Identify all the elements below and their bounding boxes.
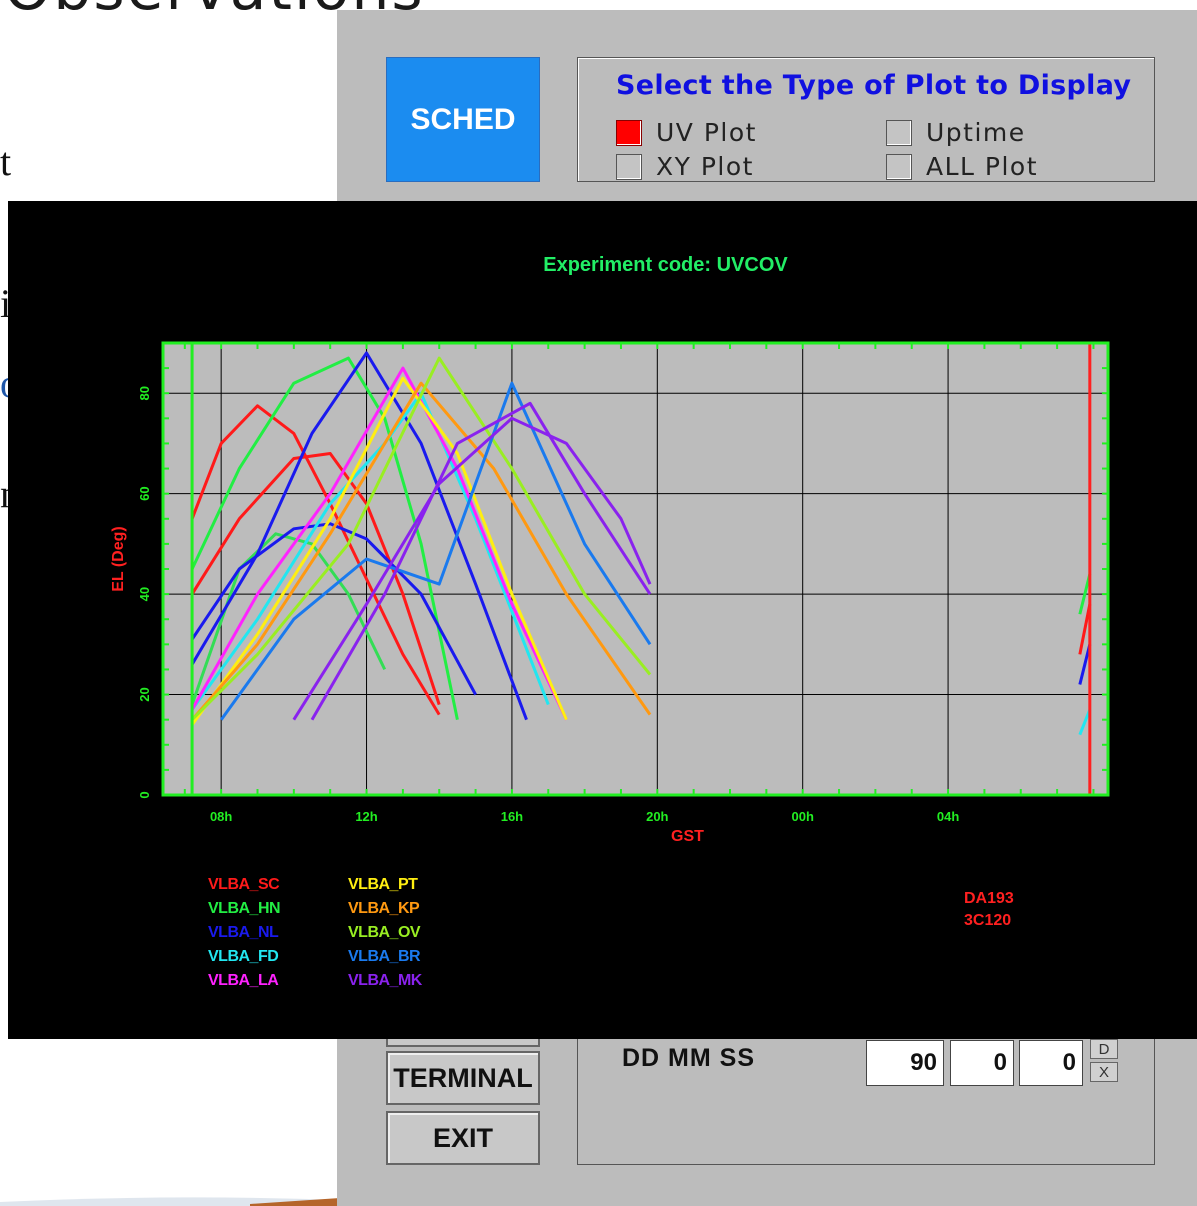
legend-entry: VLBA_NL [208,924,279,941]
option-uptime[interactable]: Uptime [886,118,1026,147]
legend-entry: VLBA_LA [208,972,279,989]
uv-plot-checkbox[interactable] [616,119,642,146]
y-tick-label: 80 [137,386,152,400]
x-tick-label: 16h [501,809,523,824]
increment-button[interactable]: D [1090,1039,1118,1059]
decrement-button[interactable]: X [1090,1062,1118,1082]
legend-entry: VLBA_MK [348,972,423,989]
y-tick-label: 60 [137,486,152,500]
y-tick-label: 0 [137,791,152,798]
legend-entry: VLBA_KP [348,900,420,917]
degrees-field[interactable]: 90 [866,1040,944,1086]
chart-title: Experiment code: UVCOV [543,254,788,276]
elevation-chart: 08h 12h 16h 20h 00h 04h 0 20 40 60 80 Experiment co… [110,254,1110,989]
source-name: 3C120 [964,912,1011,929]
y-tick-label: 40 [137,587,152,601]
plot-area [163,343,1108,795]
x-tick-label: 04h [937,809,959,824]
y-tick-label: 20 [137,687,152,701]
option-all-plot[interactable]: ALL Plot [886,152,1038,181]
hidden-button-edge[interactable] [386,1039,540,1047]
slide-text-fragment: t [0,139,12,184]
uv-plot-label: UV Plot [656,118,757,147]
x-tick-label: 00h [791,809,813,824]
uptime-label: Uptime [926,118,1026,147]
x-axis-label: GST [671,828,704,845]
legend-entry: VLBA_OV [348,924,421,941]
slide-swoosh [0,1197,340,1206]
option-xy-plot[interactable]: XY Plot [616,152,754,181]
legend-entry: VLBA_PT [348,876,418,893]
terminal-button[interactable]: TERMINAL [386,1051,540,1105]
all-plot-checkbox[interactable] [886,153,912,180]
y-axis-label: EL (Deg) [110,526,127,591]
sched-button[interactable]: SCHED [386,57,540,182]
source-name: DA193 [964,890,1014,907]
plot-select-title: Select the Type of Plot to Display [616,70,1132,101]
legend-entry: VLBA_FD [208,948,278,965]
seconds-field[interactable]: 0 [1019,1040,1083,1086]
option-uv-plot[interactable]: UV Plot [616,118,757,147]
x-tick-label: 12h [355,809,377,824]
minutes-field[interactable]: 0 [950,1040,1014,1086]
plot-type-selector: Select the Type of Plot to Display UV Pl… [577,57,1155,182]
x-tick-label: 08h [210,809,232,824]
legend-entry: VLBA_HN [208,900,280,917]
legend-entry: VLBA_SC [208,876,280,893]
plot-window: 08h 12h 16h 20h 00h 04h 0 20 40 60 80 Experiment co… [8,201,1197,1039]
dd-mm-ss-label: DD MM SS [622,1044,755,1072]
x-tick-label: 20h [646,809,668,824]
all-plot-label: ALL Plot [926,152,1039,181]
exit-button[interactable]: EXIT [386,1111,540,1165]
uptime-checkbox[interactable] [886,119,912,146]
xy-plot-checkbox[interactable] [616,153,642,180]
xy-plot-label: XY Plot [656,152,754,181]
legend-entry: VLBA_BR [348,948,421,965]
